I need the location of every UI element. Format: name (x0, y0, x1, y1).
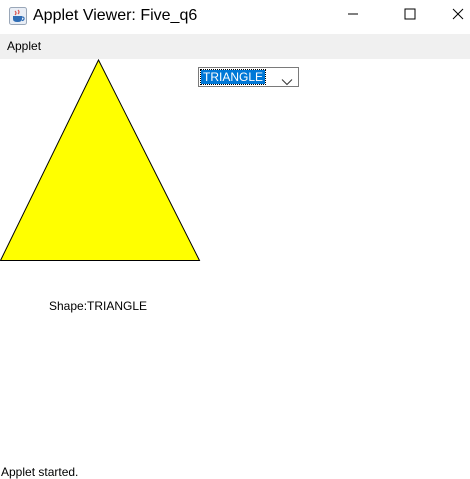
title-bar[interactable]: Applet Viewer: Five_q6 (0, 0, 470, 34)
status-bar: Applet started. (0, 461, 470, 479)
close-icon (452, 7, 464, 25)
close-button[interactable] (442, 0, 470, 32)
maximize-button[interactable] (387, 0, 433, 32)
shape-canvas (0, 59, 201, 261)
minimize-icon (347, 7, 359, 25)
shape-label-value: TRIANGLE (87, 299, 148, 313)
shape-label: Shape:TRIANGLE (49, 299, 147, 313)
status-text: Applet started. (1, 465, 79, 479)
chevron-down-icon (281, 73, 293, 86)
applet-viewer-window: Applet Viewer: Five_q6 Applet TRIANGLE S… (0, 0, 470, 479)
maximize-icon (404, 7, 416, 25)
java-cup-icon (9, 7, 27, 25)
shape-selector-dropdown[interactable]: TRIANGLE (198, 67, 299, 87)
menu-bar: Applet (0, 34, 470, 59)
applet-panel: TRIANGLE Shape:TRIANGLE (0, 59, 470, 479)
window-title: Applet Viewer: Five_q6 (33, 7, 198, 24)
shape-label-prefix: Shape: (49, 299, 88, 313)
menu-item-applet[interactable]: Applet (7, 39, 41, 53)
minimize-button[interactable] (330, 0, 376, 32)
shape-selector-value: TRIANGLE (199, 69, 267, 85)
triangle-shape (0, 59, 201, 261)
